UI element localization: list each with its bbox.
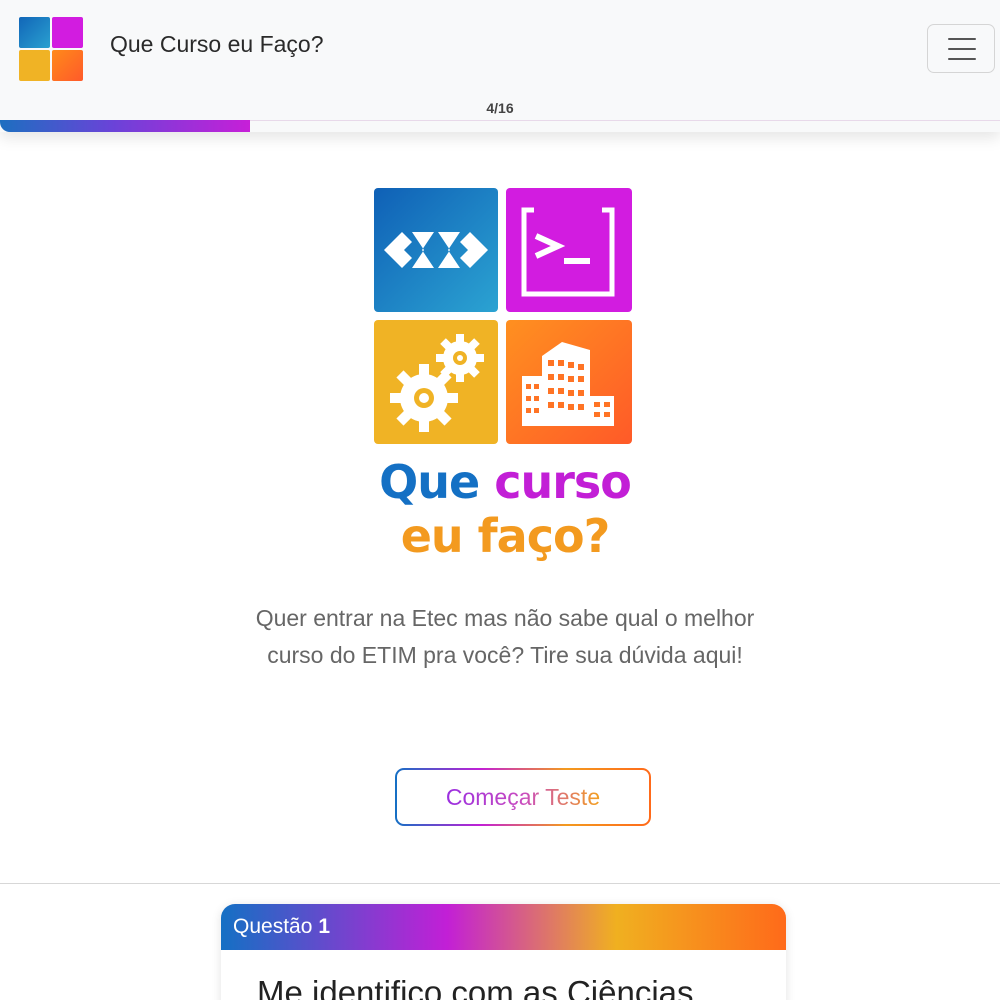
wordmark-que: Que [379,455,480,509]
hero-description: Quer entrar na Etec mas não sabe qual o … [255,605,755,668]
start-test-button[interactable]: Começar Teste [395,768,651,826]
terminal-icon [506,188,632,312]
brand-title[interactable]: Que Curso eu Faço? [110,31,324,58]
code-brackets-icon [374,188,498,312]
brand-logo[interactable] [19,17,83,81]
question-header: Questão 1 [221,904,786,950]
question-number: 1 [318,915,331,938]
section-divider [0,883,1000,884]
logo-wordmark: Que curso eu faço? [300,455,710,563]
question-card: Questão 1 Me identifico com as Ciências [221,904,786,1000]
buildings-icon [506,320,632,444]
start-test-label: Começar Teste [445,783,601,810]
progress-label: 4/16 [486,100,514,116]
gears-icon [374,320,498,444]
navbar: Que Curso eu Faço? 4/16 [0,0,1000,132]
question-text: Me identifico com as Ciências [257,974,694,1000]
question-label: Questão [233,915,313,938]
app-logo [374,188,632,444]
menu-toggle-button[interactable] [927,24,995,73]
wordmark-curso: curso [494,455,632,509]
wordmark-eu-faco: eu faço? [400,509,611,563]
progress-bar [0,120,250,132]
